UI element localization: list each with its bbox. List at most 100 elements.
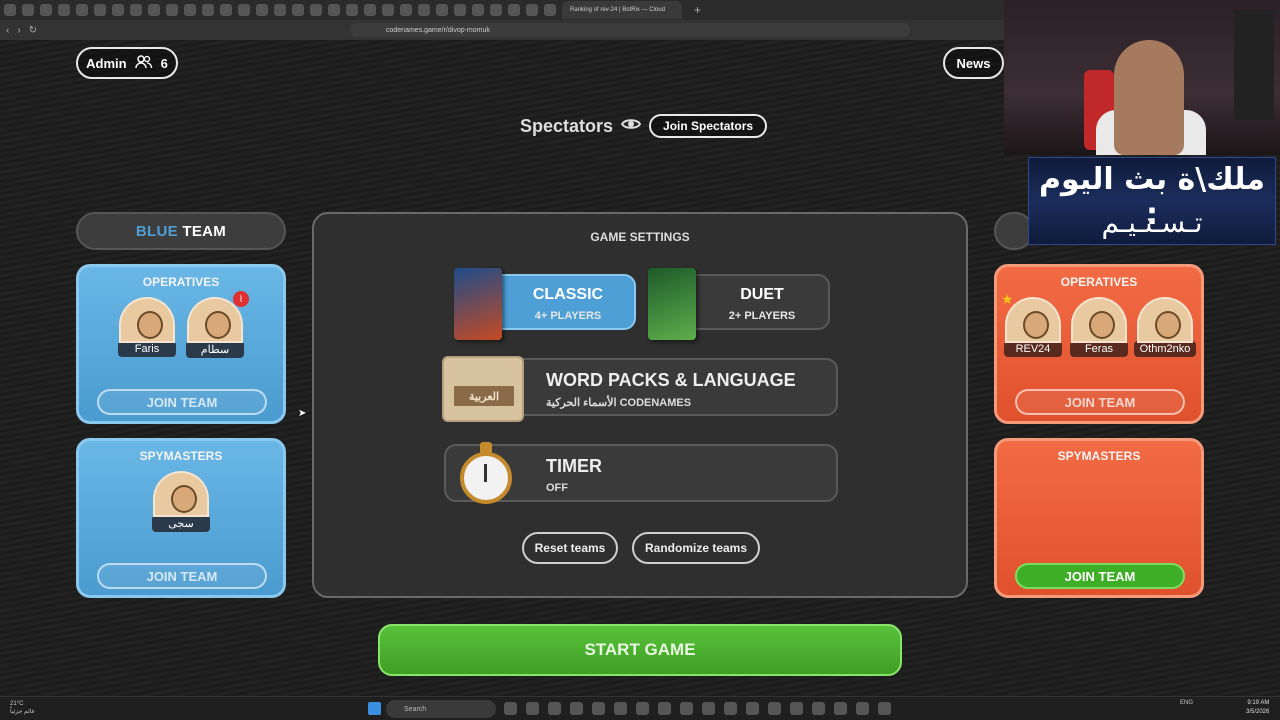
tab-favicon[interactable] — [436, 4, 448, 16]
stopwatch-icon — [460, 442, 512, 504]
word-packs-button[interactable]: العربية WORD PACKS & LANGUAGE الأسماء ال… — [442, 356, 838, 422]
player-card[interactable]: Faris — [117, 297, 177, 358]
taskbar-app-icon[interactable] — [658, 702, 671, 715]
tab-favicon[interactable] — [4, 4, 16, 16]
player-card[interactable]: سجى — [151, 471, 211, 532]
taskbar-app-icon[interactable] — [702, 702, 715, 715]
weather-temp: 21°C — [10, 701, 24, 707]
star-icon: ★ — [1001, 291, 1014, 307]
randomize-teams-button[interactable]: Randomize teams — [632, 532, 760, 564]
player-card[interactable]: Feras — [1069, 297, 1129, 357]
taskbar-app-icon[interactable] — [746, 702, 759, 715]
system-tray-lang[interactable]: ENG — [1180, 700, 1193, 706]
tab-favicon[interactable] — [544, 4, 556, 16]
tab-favicon[interactable] — [346, 4, 358, 16]
windows-start-icon[interactable] — [368, 702, 381, 715]
red-spymasters-join-button[interactable]: JOIN TEAM — [1015, 563, 1185, 589]
tab-favicon[interactable] — [166, 4, 178, 16]
taskbar-clock[interactable]: 9:19 AM 3/5/2026 — [1246, 699, 1269, 717]
tab-favicon[interactable] — [418, 4, 430, 16]
tab-favicon[interactable] — [112, 4, 124, 16]
active-tab[interactable]: Ranking of rev-24 | BotRix — Cloud — [562, 1, 682, 19]
taskbar-app-icon[interactable] — [856, 702, 869, 715]
tab-favicon[interactable] — [364, 4, 376, 16]
taskbar-app-icon[interactable] — [680, 702, 693, 715]
tab-favicon[interactable] — [328, 4, 340, 16]
spectators-row: Spectators Join Spectators — [520, 114, 768, 138]
blue-spymasters-card: SPYMASTERS سجى JOIN TEAM — [76, 438, 286, 598]
players-icon — [134, 54, 153, 72]
red-operatives-join-button[interactable]: JOIN TEAM — [1015, 389, 1185, 415]
tab-favicon[interactable] — [310, 4, 322, 16]
taskbar-app-icon[interactable] — [526, 702, 539, 715]
admin-button[interactable]: Admin 6 — [76, 47, 178, 79]
tab-favicon[interactable] — [148, 4, 160, 16]
tab-favicon[interactable] — [40, 4, 52, 16]
player-card[interactable]: ⌇ سطام — [185, 291, 249, 358]
reset-teams-button[interactable]: Reset teams — [522, 532, 618, 564]
red-spymasters-card: SPYMASTERS JOIN TEAM — [994, 438, 1204, 598]
tab-favicon[interactable] — [292, 4, 304, 16]
taskbar-app-icon[interactable] — [878, 702, 891, 715]
tab-favicon[interactable] — [220, 4, 232, 16]
taskbar-app-icon[interactable] — [724, 702, 737, 715]
start-game-button[interactable]: START GAME — [378, 624, 902, 676]
clock-time: 9:19 AM — [1247, 700, 1270, 706]
mode-label: DUET — [740, 286, 784, 303]
weather-widget[interactable]: 21°C غائم جزئياً — [10, 700, 35, 716]
avatar — [153, 471, 209, 517]
tab-favicon[interactable] — [274, 4, 286, 16]
blue-spymasters-list: سجى — [79, 471, 283, 532]
timer-button[interactable]: TIMER OFF — [444, 442, 838, 504]
player-name: Faris — [118, 341, 176, 357]
reload-icon[interactable]: ↻ — [29, 25, 37, 36]
player-card[interactable]: Othm2nko — [1133, 297, 1197, 357]
blue-operatives-join-button[interactable]: JOIN TEAM — [97, 389, 267, 415]
mode-label: CLASSIC — [532, 286, 604, 303]
tab-favicon[interactable] — [256, 4, 268, 16]
mode-classic-button[interactable]: CLASSIC 4+ PLAYERS — [454, 268, 636, 340]
tab-favicon[interactable] — [58, 4, 70, 16]
timer-status: OFF — [546, 482, 568, 494]
tab-favicon[interactable] — [184, 4, 196, 16]
url-field[interactable]: codenames.game/r/divop-momuk — [350, 23, 910, 37]
mode-sub: 2+ PLAYERS — [728, 310, 796, 322]
webcam-overlay — [1004, 0, 1280, 155]
tab-favicon[interactable] — [202, 4, 214, 16]
mode-duet-button[interactable]: DUET 2+ PLAYERS — [648, 268, 830, 340]
tab-favicon[interactable] — [472, 4, 484, 16]
red-operatives-title: OPERATIVES — [1060, 275, 1138, 289]
taskbar-app-icon[interactable] — [768, 702, 781, 715]
player-card[interactable]: ★ REV24 — [1001, 291, 1063, 357]
blue-spymasters-join-button[interactable]: JOIN TEAM — [97, 563, 267, 589]
taskbar-app-icon[interactable] — [592, 702, 605, 715]
taskbar-app-icon[interactable] — [504, 702, 517, 715]
taskbar-app-icon[interactable] — [570, 702, 583, 715]
tab-favicon[interactable] — [382, 4, 394, 16]
news-button[interactable]: News — [943, 47, 1004, 79]
taskbar-app-icon[interactable] — [614, 702, 627, 715]
taskbar-app-icon[interactable] — [636, 702, 649, 715]
forward-icon[interactable]: › — [17, 25, 20, 36]
tab-favicon[interactable] — [130, 4, 142, 16]
tab-favicon[interactable] — [238, 4, 250, 16]
tab-favicon[interactable] — [508, 4, 520, 16]
taskbar-app-icon[interactable] — [548, 702, 561, 715]
stream-banner: ملك\ة بث اليوم : تـسـنـيـم — [1028, 157, 1276, 245]
tab-favicon[interactable] — [490, 4, 502, 16]
back-icon[interactable]: ‹ — [6, 25, 9, 36]
red-operatives-card: OPERATIVES ★ REV24 Feras Othm2nko JOIN T… — [994, 264, 1204, 424]
tab-favicon[interactable] — [22, 4, 34, 16]
taskbar-app-icon[interactable] — [834, 702, 847, 715]
taskbar-search[interactable]: Search — [386, 700, 496, 718]
blue-operatives-list: Faris ⌇ سطام — [79, 291, 283, 358]
tab-favicon[interactable] — [400, 4, 412, 16]
tab-favicon[interactable] — [94, 4, 106, 16]
taskbar-app-icon[interactable] — [790, 702, 803, 715]
tab-favicon[interactable] — [76, 4, 88, 16]
tab-favicon[interactable] — [526, 4, 538, 16]
new-tab-icon[interactable]: + — [694, 3, 701, 17]
tab-favicon[interactable] — [454, 4, 466, 16]
taskbar-app-icon[interactable] — [812, 702, 825, 715]
join-spectators-button[interactable]: Join Spectators — [649, 114, 768, 138]
